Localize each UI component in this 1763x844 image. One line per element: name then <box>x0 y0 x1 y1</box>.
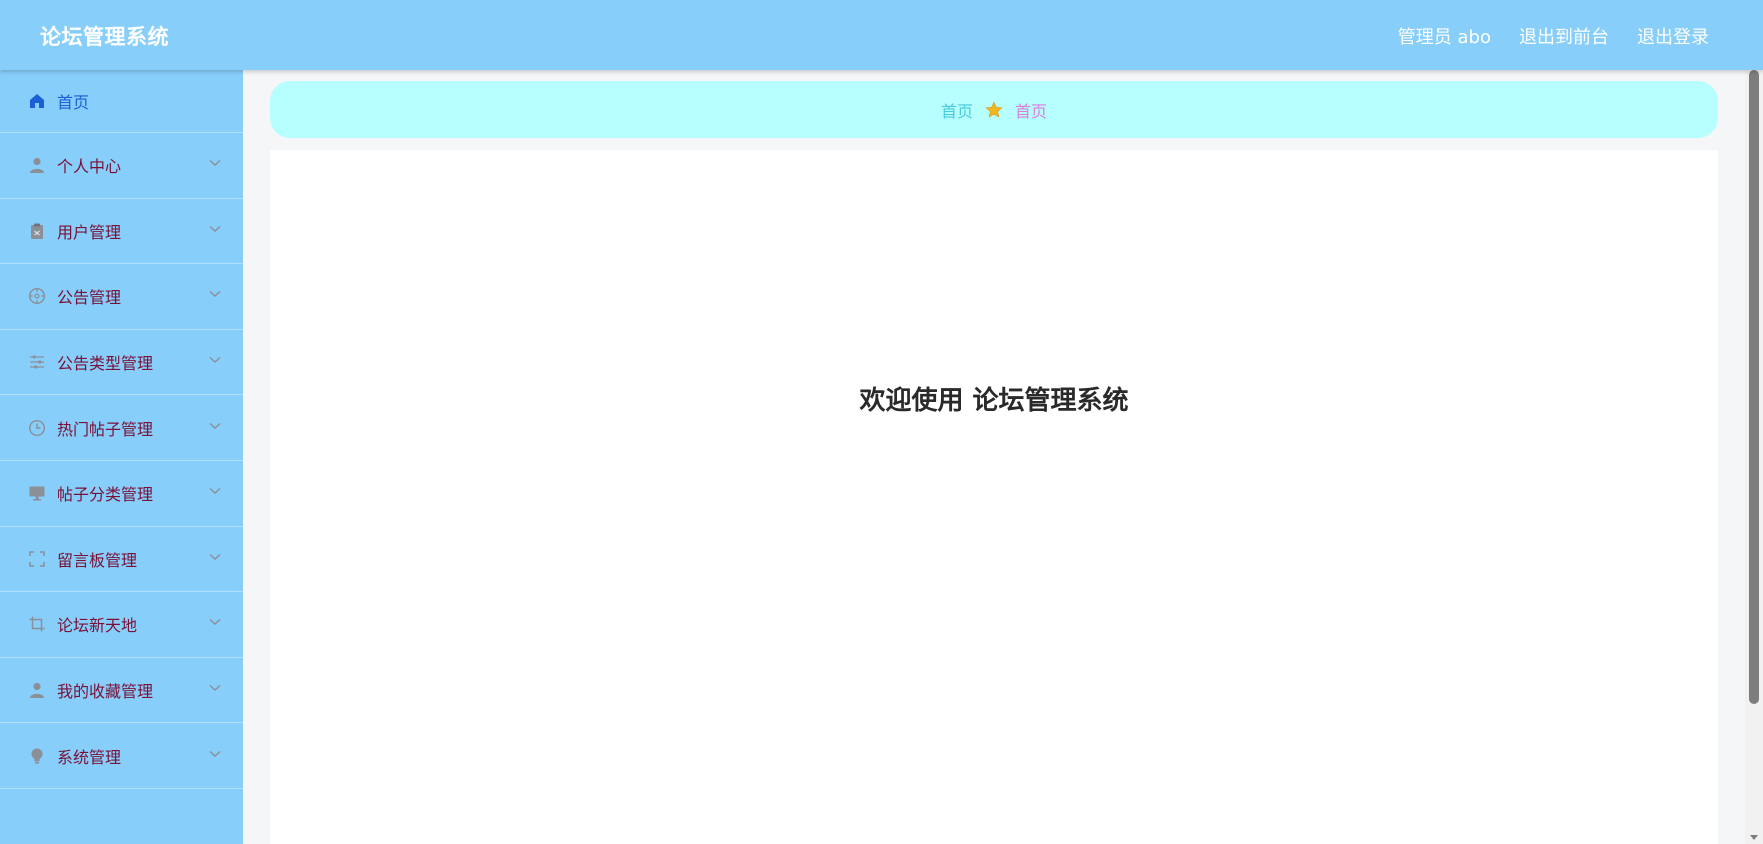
sidebar-item-announcement-type-management[interactable]: 公告类型管理 <box>0 330 243 396</box>
top-header: 论坛管理系统 管理员 abo 退出到前台 退出登录 <box>0 0 1763 70</box>
scrollbar-thumb[interactable] <box>1749 70 1759 704</box>
sidebar-item-label: 系统管理 <box>57 747 122 767</box>
breadcrumb-home-link[interactable]: 首页 <box>941 98 973 122</box>
logout-link[interactable]: 退出登录 <box>1637 23 1709 49</box>
clipboard-icon <box>28 222 46 240</box>
sidebar-item-home[interactable]: 首页 <box>0 70 243 133</box>
sidebar-item-post-category-management[interactable]: 帖子分类管理 <box>0 461 243 527</box>
user-icon <box>28 156 46 174</box>
content-panel: 欢迎使用 论坛管理系统 <box>270 150 1718 844</box>
star-icon <box>985 100 1003 119</box>
sidebar-item-label: 我的收藏管理 <box>57 682 154 702</box>
sidebar-item-personal-center[interactable]: 个人中心 <box>0 133 243 199</box>
admin-username: 管理员 abo <box>1397 27 1491 48</box>
sidebar-item-label: 热门帖子管理 <box>57 419 154 439</box>
chevron-down-icon <box>209 159 221 167</box>
chevron-down-icon <box>209 553 221 561</box>
sidebar-item-label: 论坛新天地 <box>57 616 138 636</box>
bulb-icon <box>28 747 46 765</box>
sidebar-item-label: 首页 <box>57 93 90 112</box>
chevron-down-icon <box>209 225 221 233</box>
sidebar-item-label: 帖子分类管理 <box>57 485 154 505</box>
compass-icon <box>28 287 46 305</box>
welcome-heading: 欢迎使用 论坛管理系统 <box>859 386 1129 416</box>
vertical-scrollbar[interactable] <box>1745 70 1763 844</box>
sidebar-menu: 首页 个人中心 用户管理 公告管理 公告类型管理 热门帖子管理 帖子分类管理 留… <box>0 70 243 844</box>
clock-icon <box>28 419 46 437</box>
chevron-down-icon <box>209 487 221 495</box>
scroll-down-arrow-icon[interactable] <box>1749 832 1759 842</box>
sliders-icon <box>28 353 46 371</box>
chevron-down-icon <box>209 618 221 626</box>
home-icon <box>28 92 46 110</box>
breadcrumb-current: 首页 <box>1015 101 1048 121</box>
header-actions: 管理员 abo 退出到前台 退出登录 <box>1398 23 1709 49</box>
sidebar-item-label: 公告类型管理 <box>57 354 154 374</box>
sidebar-item-my-favorites-management[interactable]: 我的收藏管理 <box>0 658 243 724</box>
sidebar-item-label: 用户管理 <box>57 222 122 242</box>
sidebar-item-announcement-management[interactable]: 公告管理 <box>0 264 243 330</box>
fullscreen-icon <box>28 550 46 568</box>
sidebar-item-label: 留言板管理 <box>57 550 138 570</box>
user-icon <box>28 681 46 699</box>
sidebar-item-forum-new-world[interactable]: 论坛新天地 <box>0 592 243 658</box>
app-title: 论坛管理系统 <box>40 25 169 49</box>
breadcrumb: 首页 首页 <box>270 81 1718 138</box>
exit-to-front-link[interactable]: 退出到前台 <box>1519 23 1609 49</box>
chevron-down-icon <box>209 356 221 364</box>
sidebar-item-system-management[interactable]: 系统管理 <box>0 723 243 789</box>
main-area: 首页 首页 欢迎使用 论坛管理系统 <box>243 70 1745 844</box>
chevron-down-icon <box>209 684 221 692</box>
sidebar-item-label: 公告管理 <box>57 288 122 308</box>
sidebar-item-user-management[interactable]: 用户管理 <box>0 199 243 265</box>
chevron-down-icon <box>209 290 221 298</box>
sidebar-item-hot-posts-management[interactable]: 热门帖子管理 <box>0 395 243 461</box>
chevron-down-icon <box>209 750 221 758</box>
chevron-down-icon <box>209 422 221 430</box>
sidebar-item-message-board-management[interactable]: 留言板管理 <box>0 527 243 593</box>
crop-icon <box>28 615 46 633</box>
monitor-icon <box>28 484 46 502</box>
sidebar-item-label: 个人中心 <box>57 157 122 177</box>
